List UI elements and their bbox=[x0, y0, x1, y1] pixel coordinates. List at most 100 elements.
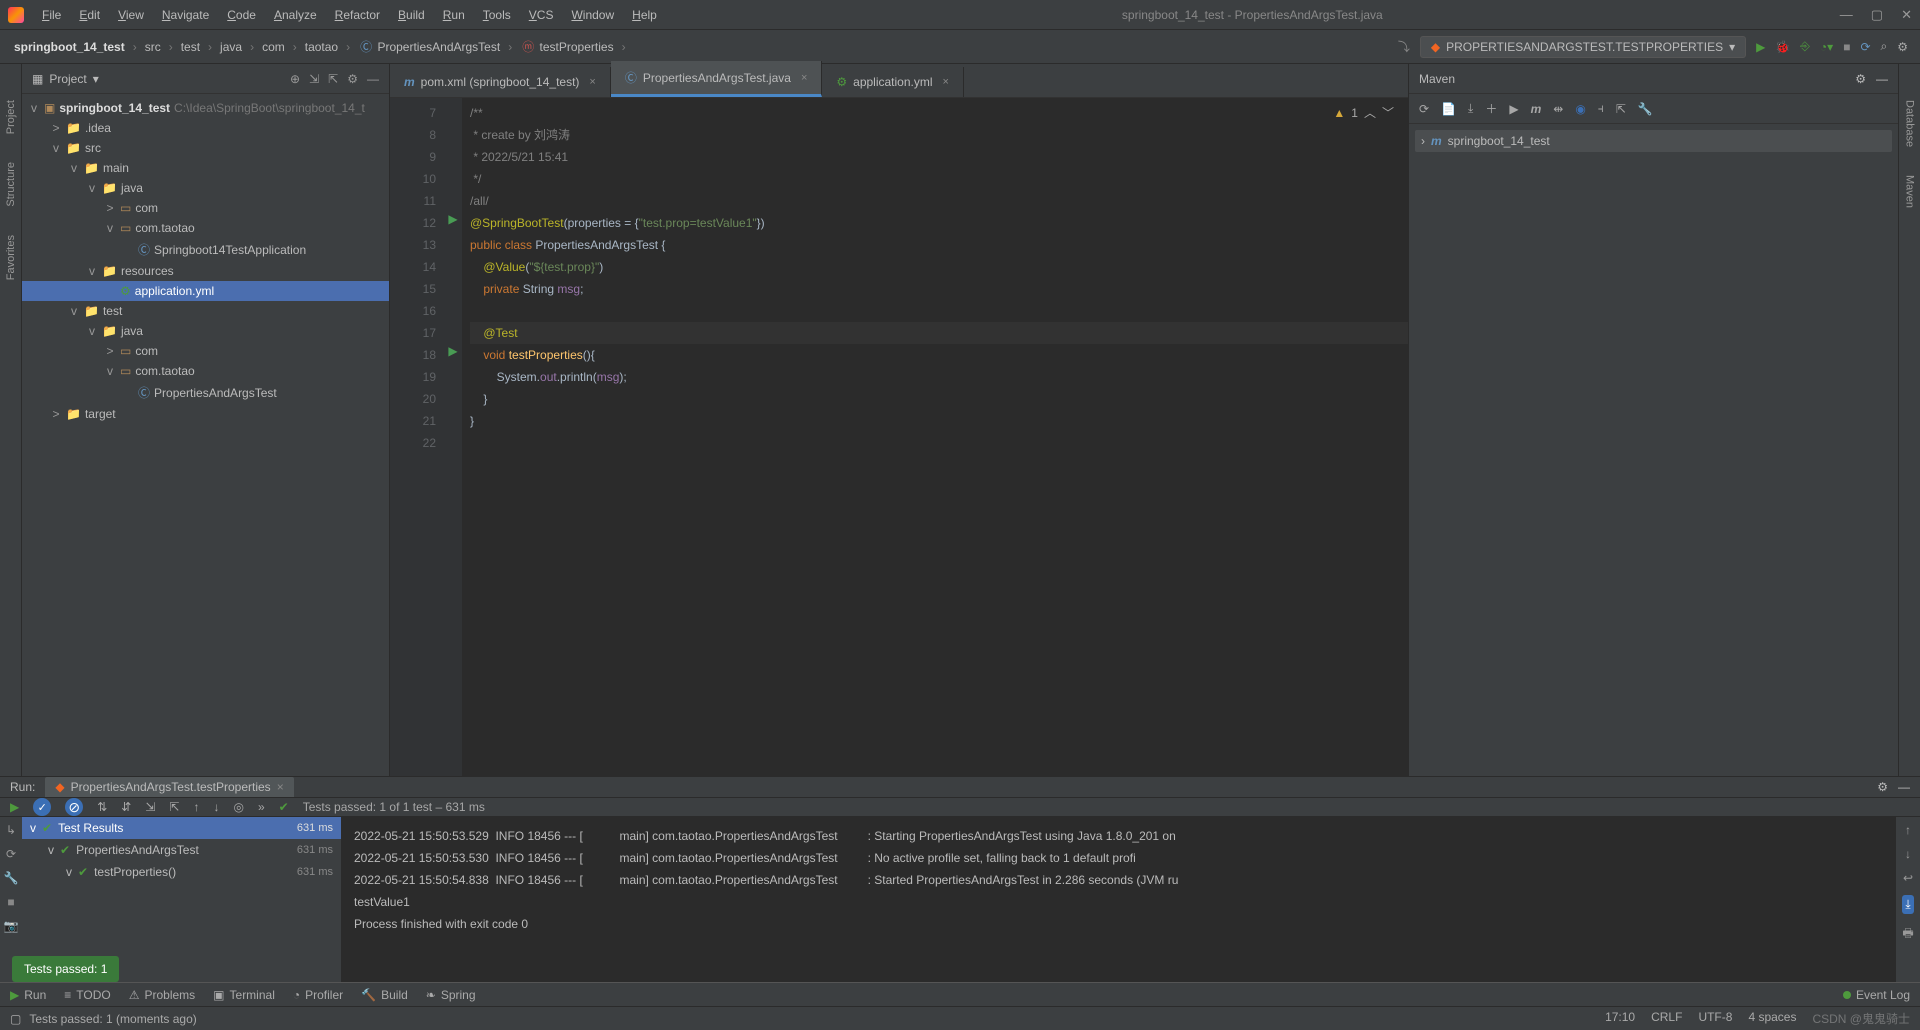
wrench-icon[interactable]: 🔧 bbox=[1638, 102, 1653, 116]
more-icon[interactable]: » bbox=[258, 800, 265, 814]
minimize-button[interactable]: — bbox=[1840, 7, 1853, 23]
tool-database[interactable]: Database bbox=[1904, 94, 1916, 153]
gear-icon[interactable]: ⚙ bbox=[347, 72, 358, 86]
export-icon[interactable]: ◎ bbox=[233, 800, 243, 814]
collapse-icon[interactable]: ⇱ bbox=[1616, 102, 1626, 116]
chevron-down-icon[interactable]: ﹀ bbox=[1382, 104, 1394, 121]
breadcrumb-item[interactable]: com bbox=[260, 38, 287, 56]
menu-tools[interactable]: Tools bbox=[475, 4, 519, 26]
search-everywhere-icon[interactable]: ⌕ bbox=[1881, 39, 1888, 54]
down-icon[interactable]: ↓ bbox=[1905, 847, 1911, 861]
line-separator[interactable]: CRLF bbox=[1651, 1010, 1682, 1027]
bottom-tool-profiler[interactable]: ◔Profiler bbox=[293, 988, 343, 1002]
locate-icon[interactable]: ⊕ bbox=[290, 72, 300, 86]
run-button[interactable]: ▶ bbox=[1756, 40, 1765, 54]
tree-node[interactable]: ⚙ application.yml bbox=[22, 281, 389, 301]
tree-node[interactable]: v📁 java bbox=[22, 321, 389, 341]
next-icon[interactable]: ↓ bbox=[213, 800, 219, 814]
console-output[interactable]: 2022-05-21 15:50:53.529 INFO 18456 --- [… bbox=[342, 817, 1896, 1009]
status-icon[interactable]: ▢ bbox=[10, 1012, 21, 1026]
bottom-tool-terminal[interactable]: ▣Terminal bbox=[213, 988, 275, 1002]
sort-alpha-icon[interactable]: ⇵ bbox=[121, 800, 131, 814]
breadcrumb-item[interactable]: ⓜ testProperties bbox=[518, 36, 615, 57]
menu-vcs[interactable]: VCS bbox=[521, 4, 562, 26]
up-icon[interactable]: ↑ bbox=[1905, 823, 1911, 837]
show-passed-toggle[interactable]: ✓ bbox=[33, 798, 51, 816]
coverage-button[interactable]: ⎆ bbox=[1800, 39, 1810, 54]
hide-icon[interactable]: — bbox=[1898, 780, 1910, 794]
editor-tab[interactable]: ⒸPropertiesAndArgsTest.java× bbox=[611, 61, 823, 97]
close-icon[interactable]: × bbox=[801, 72, 807, 84]
test-node[interactable]: v✔Test Results631 ms bbox=[22, 817, 341, 839]
menu-edit[interactable]: Edit bbox=[71, 4, 108, 26]
soft-wrap-icon[interactable]: ↩ bbox=[1903, 871, 1913, 885]
tree-node[interactable]: v▭ com.taotao bbox=[22, 361, 389, 381]
stop-icon[interactable]: ■ bbox=[7, 895, 14, 909]
profile-button[interactable]: ◔▾ bbox=[1820, 40, 1833, 54]
inspection-widget[interactable]: ▲ 1 ︿ ﹀ bbox=[1333, 104, 1394, 121]
tool-structure[interactable]: Structure bbox=[5, 156, 17, 213]
add-icon[interactable]: ＋ bbox=[1485, 100, 1497, 117]
tree-node[interactable]: >📁 .idea bbox=[22, 118, 389, 138]
wrench-icon[interactable]: 🔧 bbox=[4, 871, 19, 885]
settings-icon[interactable]: ⚙ bbox=[1897, 40, 1908, 54]
run-maven-icon[interactable]: ▶ bbox=[1509, 102, 1518, 116]
file-encoding[interactable]: UTF-8 bbox=[1698, 1010, 1732, 1027]
tree-node[interactable]: Ⓒ Springboot14TestApplication bbox=[22, 238, 389, 261]
bottom-tool-run[interactable]: ▶Run bbox=[10, 988, 46, 1002]
rerun-failed-icon[interactable]: ↳ bbox=[6, 823, 16, 837]
menu-code[interactable]: Code bbox=[219, 4, 264, 26]
tree-node[interactable]: >▭ com bbox=[22, 341, 389, 361]
toggle-auto-icon[interactable]: ⟳ bbox=[6, 847, 16, 861]
reload-icon[interactable]: ⟳ bbox=[1419, 102, 1429, 116]
tree-node[interactable]: v📁 java bbox=[22, 178, 389, 198]
collapse-all-icon[interactable]: ⇱ bbox=[328, 72, 338, 86]
stop-button[interactable]: ■ bbox=[1843, 40, 1850, 54]
expand-all-icon[interactable]: ⇲ bbox=[309, 72, 319, 86]
scroll-end-icon[interactable]: ⤓ bbox=[1902, 895, 1913, 914]
breadcrumb-item[interactable]: taotao bbox=[303, 38, 340, 56]
show-ignored-toggle[interactable]: ⊘ bbox=[65, 798, 83, 816]
build-icon[interactable]: ⤵ bbox=[1398, 38, 1410, 55]
breadcrumb-item[interactable]: java bbox=[218, 38, 244, 56]
menu-run[interactable]: Run bbox=[435, 4, 473, 26]
editor-tab[interactable]: ⚙application.yml× bbox=[822, 67, 964, 97]
test-node[interactable]: v✔PropertiesAndArgsTest631 ms bbox=[22, 839, 341, 861]
tool-maven[interactable]: Maven bbox=[1904, 169, 1916, 214]
breadcrumb-item[interactable]: test bbox=[179, 38, 202, 56]
tool-project[interactable]: Project bbox=[5, 94, 17, 140]
generate-icon[interactable]: 📄 bbox=[1441, 102, 1456, 116]
hide-icon[interactable]: — bbox=[367, 72, 379, 86]
menu-file[interactable]: File bbox=[34, 4, 69, 26]
caret-position[interactable]: 17:10 bbox=[1605, 1010, 1635, 1027]
m-icon[interactable]: m bbox=[1531, 102, 1542, 116]
gear-icon[interactable]: ⚙ bbox=[1877, 780, 1888, 794]
tree-node[interactable]: v▭ com.taotao bbox=[22, 218, 389, 238]
gear-icon[interactable]: ⚙ bbox=[1855, 72, 1866, 86]
close-icon[interactable]: × bbox=[589, 76, 595, 88]
download-icon[interactable]: ⤓ bbox=[1468, 101, 1473, 116]
menu-window[interactable]: Window bbox=[563, 4, 622, 26]
editor-tab[interactable]: mpom.xml (springboot_14_test)× bbox=[390, 67, 611, 97]
tree-node[interactable]: v📁 test bbox=[22, 301, 389, 321]
bottom-tool-problems[interactable]: ⚠Problems bbox=[129, 988, 195, 1002]
tree-node[interactable]: >▭ com bbox=[22, 198, 389, 218]
tree-node[interactable]: v📁 resources bbox=[22, 261, 389, 281]
maven-root-item[interactable]: › m springboot_14_test bbox=[1415, 130, 1892, 152]
tree-node[interactable]: >📁 target bbox=[22, 404, 389, 424]
update-button[interactable]: ⟳ bbox=[1860, 40, 1870, 54]
maximize-button[interactable]: ▢ bbox=[1871, 7, 1883, 23]
expand-icon[interactable]: ⇲ bbox=[145, 800, 155, 814]
tool-favorites[interactable]: Favorites bbox=[5, 229, 17, 286]
tree-node[interactable]: v📁 src bbox=[22, 138, 389, 158]
skip-tests-icon[interactable]: ◉ bbox=[1575, 102, 1585, 116]
sort-icon[interactable]: ⇅ bbox=[97, 800, 107, 814]
chevron-up-icon[interactable]: ︿ bbox=[1364, 104, 1376, 121]
prev-icon[interactable]: ↑ bbox=[193, 800, 199, 814]
run-config-combo[interactable]: ◆ PROPERTIESANDARGSTEST.TESTPROPERTIES ▾ bbox=[1420, 36, 1746, 58]
close-icon[interactable]: × bbox=[277, 780, 284, 794]
debug-button[interactable]: 🐞 bbox=[1775, 40, 1790, 54]
menu-view[interactable]: View bbox=[110, 4, 152, 26]
close-icon[interactable]: × bbox=[943, 76, 949, 88]
menu-refactor[interactable]: Refactor bbox=[327, 4, 388, 26]
